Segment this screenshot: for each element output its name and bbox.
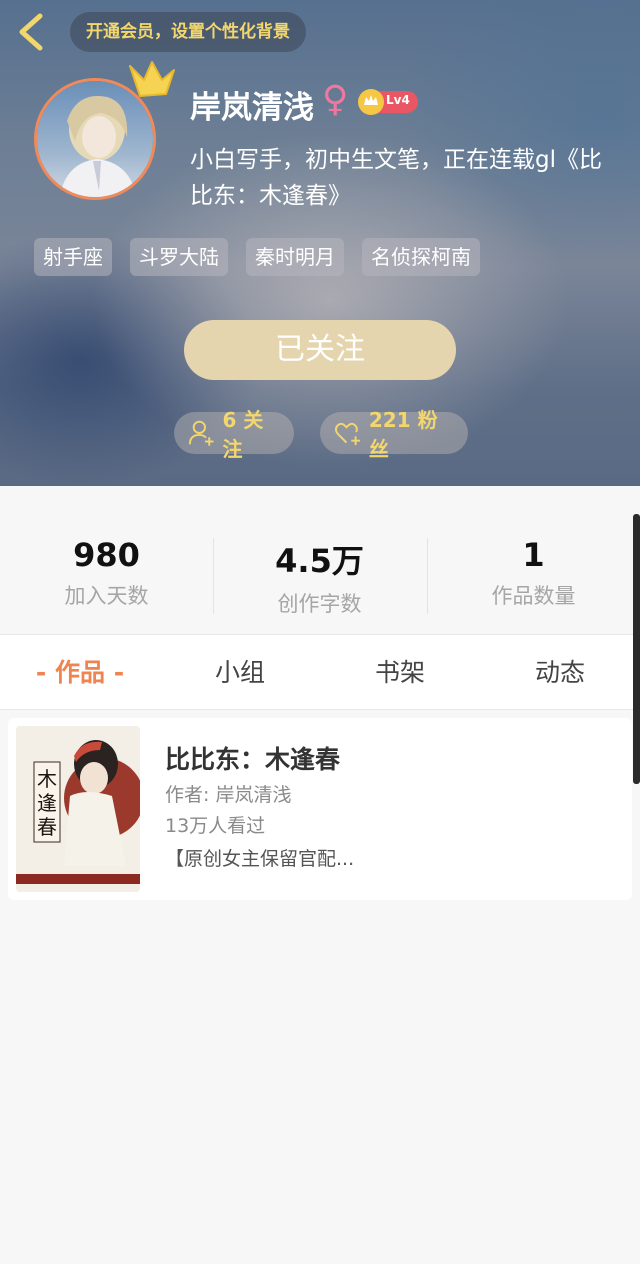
- book-cover-image: 木 逢 春: [16, 726, 140, 892]
- tab-works[interactable]: - 作品 -: [0, 635, 160, 711]
- tag-item[interactable]: 斗罗大陆: [130, 238, 228, 276]
- following-count: 6 关注: [222, 408, 264, 461]
- stat-value: 980: [73, 536, 140, 574]
- stats-row: 980 加入天数 4.5万 创作字数 1 作品数量: [0, 486, 640, 634]
- book-author: 作者: 岸岚清浅: [165, 784, 292, 806]
- chevron-left-icon: [19, 13, 43, 51]
- book-title[interactable]: 比比东：木逢春: [165, 740, 340, 776]
- vip-background-prompt[interactable]: 开通会员，设置个性化背景: [70, 12, 306, 52]
- heart-add-icon: [334, 422, 360, 445]
- user-add-icon: [188, 420, 214, 446]
- work-card[interactable]: 木 逢 春 比比东：木逢春 作者: 岸岚清浅 13万人看过 【原创女主保留官配.…: [8, 718, 632, 900]
- stat-label: 加入天数: [64, 584, 149, 608]
- tab-activity[interactable]: 动态: [480, 635, 640, 711]
- book-cover: 木 逢 春: [16, 726, 140, 892]
- avatar[interactable]: [34, 78, 156, 200]
- back-button[interactable]: [14, 12, 50, 52]
- stat-value: 4.5万: [275, 542, 364, 580]
- fans-button[interactable]: 221 粉丝: [320, 408, 468, 461]
- book-description: 【原创女主保留官配...: [165, 848, 355, 870]
- tag-item[interactable]: 秦时明月: [246, 238, 344, 276]
- tab-bookshelf[interactable]: 书架: [320, 635, 480, 711]
- username: 岸岚清浅: [190, 90, 314, 126]
- tag-item[interactable]: 名侦探柯南: [362, 238, 480, 276]
- follow-button[interactable]: 已关注: [184, 320, 456, 380]
- cover-char: 木: [37, 767, 57, 791]
- stat-word-count: 4.5万 创作字数: [213, 536, 426, 618]
- fans-count: 221 粉丝: [368, 408, 438, 461]
- stat-works-count: 1 作品数量: [427, 536, 640, 610]
- stat-join-days: 980 加入天数: [0, 536, 213, 610]
- book-views: 13万人看过: [165, 815, 266, 837]
- tab-groups[interactable]: 小组: [160, 635, 320, 711]
- stat-value: 1: [522, 536, 545, 574]
- female-icon: ♀: [322, 79, 349, 120]
- stat-label: 创作字数: [277, 592, 362, 616]
- scrollbar[interactable]: [633, 514, 640, 784]
- tag-list: 射手座 斗罗大陆 秦时明月 名侦探柯南: [34, 238, 480, 276]
- bio: 小白写手，初中生文笔，正在连载gl《比比东：木逢春》: [190, 147, 602, 209]
- cover-char: 逢: [37, 791, 57, 815]
- stat-label: 作品数量: [491, 584, 576, 608]
- cover-char: 春: [37, 815, 57, 839]
- following-button[interactable]: 6 关注: [174, 408, 294, 461]
- level-text: Lv4: [386, 93, 410, 107]
- tab-bar: - 作品 - 小组 书架 动态: [0, 634, 640, 710]
- avatar-image: [37, 81, 153, 197]
- tag-item[interactable]: 射手座: [34, 238, 112, 276]
- profile-header: 开通会员，设置个性化背景 岸岚清浅 ♀ Lv4 小白写手，初中生文笔，正在连载g…: [0, 0, 640, 486]
